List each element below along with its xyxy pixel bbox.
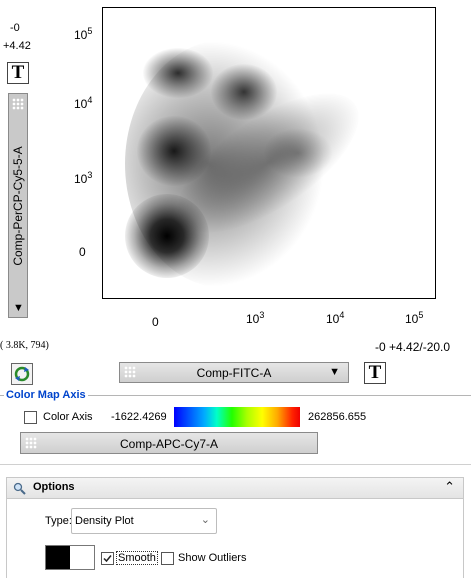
- y-text-button[interactable]: T: [7, 62, 29, 84]
- x-range-label: -0 +4.42/-20.0: [375, 340, 451, 354]
- density-tail: [263, 128, 333, 178]
- color-swatch-button[interactable]: [45, 545, 95, 570]
- x-text-button[interactable]: T: [364, 362, 386, 384]
- cursor-coordinates: ( 3.8K, 794): [0, 340, 49, 351]
- y-parameter-selector[interactable]: Comp-PerCP-Cy5-5-A ▼: [8, 93, 28, 318]
- dropdown-arrow-icon: ▼: [13, 302, 24, 314]
- color-scale-bar: [174, 407, 300, 427]
- dropdown-arrow-icon: ▼: [329, 366, 340, 378]
- y-max-label: +4.42: [3, 40, 31, 52]
- smooth-checkbox[interactable]: [101, 552, 114, 565]
- options-header[interactable]: Options ⌃: [6, 477, 464, 499]
- color-axis-checkbox[interactable]: [24, 411, 37, 424]
- grid-icon: [12, 98, 24, 110]
- black-swatch: [46, 546, 70, 569]
- show-outliers-label: Show Outliers: [178, 552, 247, 564]
- magnifier-icon: [13, 482, 26, 495]
- x-parameter-selector[interactable]: Comp-FITC-A ▼: [119, 362, 349, 383]
- color-axis-label: Color Axis: [43, 411, 93, 423]
- show-outliers-checkbox[interactable]: [161, 552, 174, 565]
- color-min-value: -1622.4269: [111, 411, 167, 423]
- type-label: Type:: [45, 515, 72, 527]
- swap-axes-button[interactable]: [11, 363, 33, 385]
- y-min-label: -0: [10, 22, 20, 34]
- smooth-label: Smooth: [116, 551, 158, 565]
- y-tick-label: 104: [74, 95, 93, 111]
- white-swatch: [70, 546, 94, 569]
- density-plot[interactable]: [102, 7, 436, 299]
- x-parameter-label: Comp-FITC-A: [196, 366, 272, 380]
- x-tick-label: 104: [326, 310, 345, 326]
- collapse-icon[interactable]: ⌃: [444, 479, 455, 495]
- options-title: Options: [33, 481, 75, 493]
- y-parameter-label: Comp-PerCP-Cy5-5-A: [11, 145, 25, 266]
- x-tick-label: 105: [405, 310, 424, 326]
- type-select[interactable]: Density Plot ⌄: [71, 508, 217, 534]
- type-select-value: Density Plot: [75, 515, 134, 527]
- color-parameter-label: Comp-APC-Cy7-A: [119, 437, 218, 451]
- color-map-title: Color Map Axis: [4, 389, 88, 401]
- check-icon: [103, 555, 112, 563]
- x-tick-label: 0: [152, 315, 159, 329]
- x-tick-label: 103: [246, 310, 265, 326]
- chevron-down-icon: ⌄: [200, 514, 210, 526]
- density-cluster: [143, 48, 213, 98]
- color-max-value: 262856.655: [308, 411, 367, 423]
- color-map-panel: [0, 395, 471, 465]
- y-tick-label: 105: [74, 26, 93, 42]
- refresh-icon: [14, 366, 30, 382]
- color-parameter-selector[interactable]: Comp-APC-Cy7-A: [20, 432, 318, 454]
- y-tick-label: 103: [74, 170, 93, 186]
- y-tick-label: 0: [79, 245, 86, 259]
